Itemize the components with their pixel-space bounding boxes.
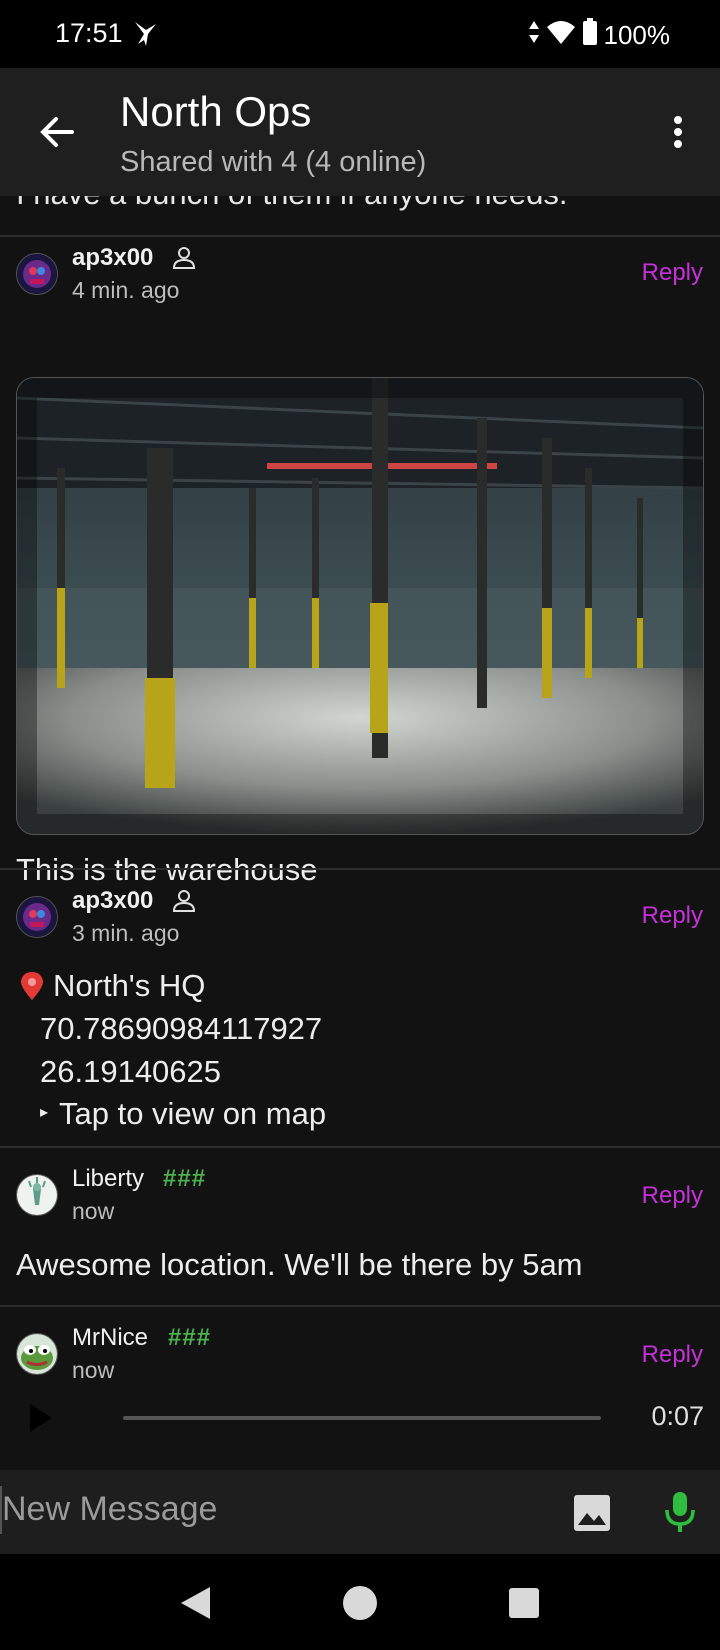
message-time: now bbox=[72, 1357, 115, 1383]
view-on-map-link[interactable]: Tap to view on map bbox=[59, 1096, 326, 1132]
battery-percent: 100% bbox=[603, 20, 671, 50]
app-bar: North Ops Shared with 4 (4 online) bbox=[0, 68, 720, 196]
status-time: 17:51 bbox=[55, 18, 123, 48]
wifi-icon bbox=[546, 19, 576, 52]
message-time: 4 min. ago bbox=[72, 277, 180, 303]
data-arrows-icon bbox=[528, 20, 540, 51]
trust-badge: ### bbox=[163, 1165, 207, 1192]
avatar[interactable] bbox=[16, 253, 58, 295]
reply-button[interactable]: Reply bbox=[642, 902, 703, 930]
nav-home-icon[interactable] bbox=[343, 1586, 377, 1625]
message-input[interactable]: New Message bbox=[2, 1490, 217, 1529]
status-icons: 100% bbox=[528, 18, 671, 53]
avatar[interactable] bbox=[16, 1333, 58, 1375]
message-text: Awesome location. We'll be there by 5am bbox=[16, 1247, 583, 1282]
arrow-left-icon bbox=[40, 117, 74, 147]
overflow-menu-button[interactable] bbox=[658, 108, 698, 156]
reply-button[interactable]: Reply bbox=[642, 259, 703, 287]
message-list[interactable]: I have a bunch of them if anyone needs. … bbox=[0, 196, 720, 1470]
author-name: ap3x00 bbox=[72, 244, 154, 271]
author-name: MrNice bbox=[72, 1324, 148, 1351]
status-bar: 17:51 100% bbox=[0, 0, 720, 68]
back-button[interactable] bbox=[34, 108, 82, 156]
audio-player: 0:07 bbox=[0, 1388, 720, 1448]
location-longitude: 26.19140625 bbox=[40, 1054, 222, 1089]
reply-button[interactable]: Reply bbox=[642, 1182, 703, 1210]
location-name: North's HQ bbox=[53, 968, 206, 1003]
message-item: Liberty ### now Reply Awesome location. … bbox=[0, 1148, 720, 1304]
battery-icon bbox=[582, 18, 598, 53]
map-pin-icon bbox=[18, 970, 48, 1010]
author-name: ap3x00 bbox=[72, 887, 154, 914]
nav-recents-icon[interactable] bbox=[508, 1587, 540, 1624]
avatar[interactable] bbox=[16, 1174, 58, 1216]
avatar[interactable] bbox=[16, 896, 58, 938]
message-time: now bbox=[72, 1198, 115, 1224]
composer: New Message bbox=[0, 1470, 720, 1554]
reply-button[interactable]: Reply bbox=[642, 1341, 703, 1369]
location-latitude: 70.78690984117927 bbox=[40, 1011, 323, 1046]
audio-seek-bar[interactable] bbox=[123, 1416, 601, 1420]
image-icon[interactable] bbox=[573, 1494, 611, 1537]
author-name: Liberty bbox=[72, 1165, 145, 1192]
mic-icon[interactable] bbox=[662, 1490, 698, 1539]
warehouse-image[interactable] bbox=[16, 377, 704, 835]
chat-subtitle: Shared with 4 (4 online) bbox=[120, 146, 427, 178]
audio-duration: 0:07 bbox=[651, 1401, 704, 1431]
person-icon bbox=[172, 246, 196, 275]
trust-badge: ### bbox=[168, 1324, 212, 1351]
chat-title: North Ops bbox=[120, 88, 312, 135]
message-item: ap3x00 3 min. ago Reply North's HQ 70.78… bbox=[0, 870, 720, 1140]
nav-back-icon[interactable] bbox=[178, 1585, 212, 1626]
expand-triangle-icon: ▸ bbox=[40, 1104, 49, 1121]
app-notification-icon bbox=[132, 20, 158, 53]
partial-message-text: I have a bunch of them if anyone needs. bbox=[16, 196, 568, 212]
message-time: 3 min. ago bbox=[72, 920, 180, 946]
more-vert-icon bbox=[674, 116, 682, 148]
play-icon[interactable] bbox=[28, 1403, 54, 1438]
system-nav-bar bbox=[0, 1554, 720, 1650]
message-item: MrNice ### now Reply 0:07 bbox=[0, 1307, 720, 1470]
person-icon bbox=[172, 889, 196, 918]
